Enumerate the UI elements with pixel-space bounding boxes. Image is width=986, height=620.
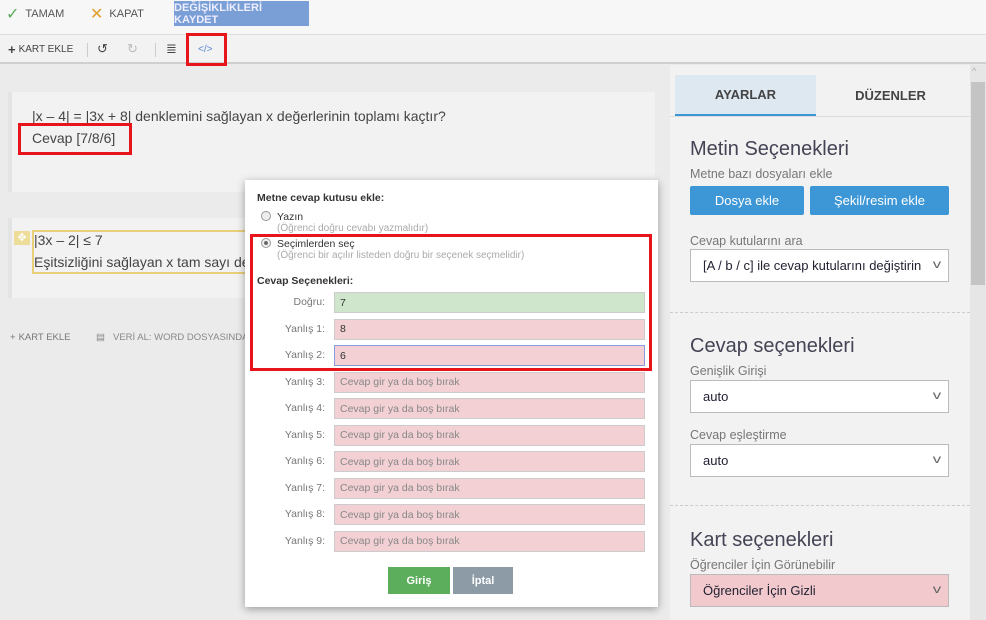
word-file-icon: ▤ [96,331,105,343]
plus-icon: + [10,331,16,343]
wrong-answer-input[interactable]: Cevap gir ya da boş bırak [334,371,645,393]
choice-label: Yanlış 2: [284,349,325,361]
divider [670,116,970,117]
scrollbar-thumb[interactable] [971,82,985,285]
wrong-answer-input[interactable]: Cevap gir ya da boş bırak [334,530,645,552]
add-card-button[interactable]: + KART EKLE [8,35,73,63]
ok-label: TAMAM [25,8,65,20]
answer-box-dialog: Metne cevap kutusu ekle: Yazın (Öğrenci … [245,180,658,607]
add-file-button[interactable]: Dosya ekle [690,186,804,215]
close-icon: ✕ [90,6,104,23]
divider [670,505,970,506]
choice-label: Yanlış 1: [284,322,325,335]
database-icon[interactable]: ≣ [166,35,177,63]
choice-label: Yanlış 4: [284,402,325,414]
add-card-label: KART EKLE [18,331,71,343]
answer-options-title: Cevap seçenekleri [690,335,855,357]
tab-layouts[interactable]: DÜZENLER [820,75,961,116]
choice-label: Yanlış 5: [284,428,325,441]
choices-title: Cevap Seçenekleri: [257,275,354,287]
choice-label: Yanlış 3: [284,375,325,388]
visibility-select[interactable]: Öğrenciler İçin Gizli v [690,574,949,607]
check-icon: ✓ [6,6,20,23]
radio-type[interactable] [261,211,271,221]
divider [155,43,156,57]
divider [670,312,970,313]
settings-panel: AYARLAR DÜZENLER Metin Seçenekleri Metne… [670,65,970,620]
question-card-1[interactable]: |x – 4| = |3x + 8| denklemini sağlayan x… [8,92,655,192]
redo-icon[interactable]: ↻ [127,35,138,63]
cancel-button[interactable]: İptal [453,567,513,594]
option-select-hint: (Öğrenci bir açılır listeden doğru bir s… [277,250,525,261]
chevron-down-icon: v [932,257,942,271]
question-text: |x – 4| = |3x + 8| denklemini sağlayan x… [32,108,446,124]
choice-label: Yanlış 7: [284,481,325,494]
card-options-title: Kart seçenekleri [690,529,834,551]
top-bar: ✓ TAMAM ✕ KAPAT DEĞİŞİKLİKLERİ KAYDET [0,0,986,34]
choice-label: Yanlış 9: [284,534,325,547]
add-card-bottom-button[interactable]: + KART EKLE [10,323,71,351]
ok-button[interactable]: ✓ TAMAM [6,0,64,28]
divider [87,43,88,57]
choice-label: Doğru: [293,296,325,308]
code-icon[interactable]: </> [198,35,212,63]
wrong-answer-input[interactable]: Cevap gir ya da boş bırak [334,477,645,499]
wrong-answer-input[interactable]: Cevap gir ya da boş bırak [334,398,645,419]
match-label: Cevap eşleştirme [690,428,787,442]
select-value: auto [703,453,729,468]
option-type-hint: (Öğrenci doğru cevabı yazmalıdır) [277,223,429,234]
wrong-answer-input[interactable]: 6 [334,345,645,366]
scroll-up-icon[interactable]: ^ [972,66,976,76]
save-changes-button[interactable]: DEĞİŞİKLİKLERİ KAYDET [174,1,309,26]
plus-icon: + [8,41,16,57]
close-button[interactable]: ✕ KAPAT [90,0,144,28]
choice-label: Yanlış 8: [284,508,325,520]
move-handle-icon[interactable]: ✥ [14,231,30,245]
chevron-down-icon: v [932,452,942,466]
tab-settings[interactable]: AYARLAR [675,75,816,116]
import-word-button[interactable]: ▤ VERİ AL: WORD DOSYASINDA [96,323,248,351]
wrong-answer-input[interactable]: Cevap gir ya da boş bırak [334,424,645,446]
text-options-title: Metin Seçenekleri [690,138,849,160]
question-text-line2: Eşitsizliğini sağlayan x tam sayı değe [34,254,266,270]
radio-select-checked[interactable] [261,238,271,248]
match-select[interactable]: auto v [690,444,949,477]
answer-placeholder: Cevap [7/8/6] [32,130,116,146]
width-select[interactable]: auto v [690,380,949,413]
wrong-answer-input[interactable]: Cevap gir ya da boş bırak [334,504,645,525]
option-type-label: Yazın [277,211,304,223]
submit-button[interactable]: Giriş [388,567,450,594]
add-image-button[interactable]: Şekil/resim ekle [810,186,949,215]
import-label: VERİ AL: WORD DOSYASINDA [112,331,249,343]
visibility-label: Öğrenciler İçin Görünebilir [690,558,836,572]
undo-icon[interactable]: ↺ [97,35,108,63]
question-text: |3x – 2| ≤ 7 [34,232,103,248]
dialog-title: Metne cevap kutusu ekle: [257,192,385,204]
chevron-down-icon: v [932,388,942,402]
search-label: Cevap kutularını ara [690,234,803,248]
select-value: auto [703,389,729,404]
close-label: KAPAT [109,8,144,20]
files-label: Metne bazı dosyaları ekle [690,167,833,181]
option-select-label: Seçimlerden seç [277,238,355,250]
choice-label: Yanlış 6: [284,455,325,467]
select-value: [A / b / c] ile cevap kutularını değişti… [703,258,922,273]
search-answer-boxes-select[interactable]: [A / b / c] ile cevap kutularını değişti… [690,249,949,282]
add-card-label: KART EKLE [18,43,74,55]
select-value: Öğrenciler İçin Gizli [703,583,816,598]
chevron-down-icon: v [932,582,942,596]
width-label: Genişlik Girişi [690,364,767,378]
toolbar: + KART EKLE ↺ ↻ ≣ </> [0,34,986,64]
wrong-answer-input[interactable]: 8 [334,318,645,340]
wrong-answer-input[interactable]: Cevap gir ya da boş bırak [334,451,645,472]
correct-answer-input[interactable]: 7 [334,292,645,313]
